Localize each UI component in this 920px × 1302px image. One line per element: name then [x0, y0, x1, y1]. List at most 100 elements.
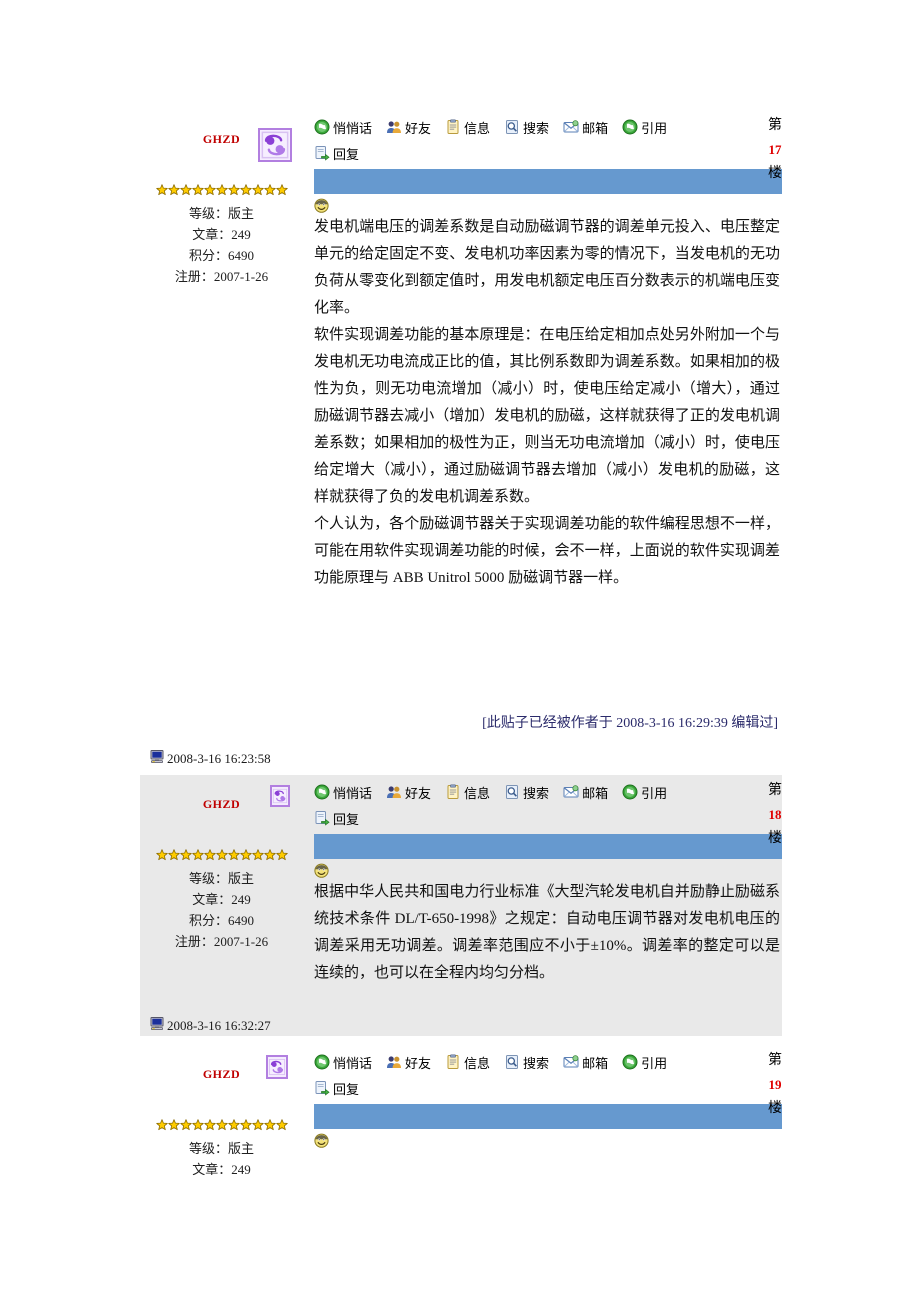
tool-引用[interactable]: 引用 — [622, 1053, 667, 1072]
tool-信息[interactable]: 信息 — [445, 783, 490, 802]
user-stat-value: 249 — [231, 1162, 251, 1177]
star-icon — [227, 181, 240, 198]
tool-label: 回复 — [333, 811, 360, 827]
star-icon — [191, 846, 204, 863]
star-icon — [227, 1116, 240, 1133]
star-icon — [179, 846, 192, 863]
star-icon — [203, 181, 216, 198]
tool-搜索[interactable]: 搜索 — [504, 783, 549, 802]
star-rating — [140, 849, 303, 863]
tool-邮箱[interactable]: 邮箱 — [563, 1053, 608, 1072]
tool-信息[interactable]: 信息 — [445, 1053, 490, 1072]
whisper-icon — [314, 119, 330, 135]
user-stat-label: 注册： — [174, 269, 214, 284]
post-toolbar-row-2: 回复 — [303, 805, 782, 831]
smiley-icon — [314, 1133, 329, 1148]
tool-好友[interactable]: 好友 — [386, 118, 431, 137]
star-icon — [179, 181, 192, 198]
post-content: 悄悄话 好友 信息 搜索 邮箱 引用 回复 根据中华人民共和国电力行业标准《大型汽轮发电机… — [303, 775, 782, 987]
star-icon — [275, 1116, 288, 1133]
star-icon — [215, 846, 228, 863]
star-icon — [239, 181, 252, 198]
zodiac-cancer-avatar[interactable] — [258, 128, 292, 162]
post-content: 悄悄话 好友 信息 搜索 邮箱 引用 回复 第 19 楼 — [303, 1045, 782, 1148]
user-stat-value: 249 — [231, 227, 251, 242]
star-icon — [167, 181, 180, 198]
user-stat-label: 积分： — [188, 248, 228, 263]
post-19: GHZD 等级：版主 文章：249 悄悄话 好友 信息 搜索 邮箱 引用 回复 第 19 … — [140, 1045, 782, 1265]
tool-信息[interactable]: 信息 — [445, 118, 490, 137]
tool-搜索[interactable]: 搜索 — [504, 1053, 549, 1072]
mail-icon — [563, 1054, 579, 1070]
star-icon — [275, 181, 288, 198]
star-icon — [251, 846, 264, 863]
tool-邮箱[interactable]: 邮箱 — [563, 783, 608, 802]
search-icon — [504, 784, 520, 800]
floor-suffix: 楼 — [768, 1101, 782, 1116]
star-icon — [263, 181, 276, 198]
tool-搜索[interactable]: 搜索 — [504, 118, 549, 137]
user-stat-value: 249 — [231, 892, 251, 907]
mail-icon — [563, 119, 579, 135]
tool-好友[interactable]: 好友 — [386, 783, 431, 802]
search-icon — [504, 1054, 520, 1070]
user-stat-label: 文章： — [192, 227, 232, 242]
post-body: 根据中华人民共和国电力行业标准《大型汽轮发电机自并励静止励磁系统技术条件 DL/… — [314, 879, 782, 987]
star-icon — [191, 1116, 204, 1133]
star-icon — [155, 1116, 168, 1133]
tool-引用[interactable]: 引用 — [622, 118, 667, 137]
friends-icon — [386, 784, 402, 800]
tool-悄悄话[interactable]: 悄悄话 — [314, 1053, 372, 1072]
tool-回复[interactable]: 回复 — [314, 809, 359, 828]
star-icon — [263, 846, 276, 863]
user-stat-value: 6490 — [228, 913, 254, 928]
tool-label: 信息 — [464, 785, 491, 801]
floor-prefix: 第 — [768, 783, 782, 798]
whisper-icon — [314, 784, 330, 800]
tool-好友[interactable]: 好友 — [386, 1053, 431, 1072]
tool-label: 悄悄话 — [333, 120, 373, 136]
tool-label: 信息 — [464, 120, 491, 136]
tool-回复[interactable]: 回复 — [314, 1079, 359, 1098]
friends-icon — [386, 119, 402, 135]
tool-悄悄话[interactable]: 悄悄话 — [314, 118, 372, 137]
post-paragraph: 根据中华人民共和国电力行业标准《大型汽轮发电机自并励静止励磁系统技术条件 DL/… — [314, 884, 780, 981]
smiley-icon — [314, 198, 329, 213]
post-toolbar-row-2: 回复 — [303, 1075, 782, 1101]
star-icon — [227, 846, 240, 863]
post-paragraph: 个人认为，各个励磁调节器关于实现调差功能的软件编程思想不一样，可能在用软件实现调… — [314, 516, 780, 586]
reply-icon — [314, 1080, 330, 1096]
tool-悄悄话[interactable]: 悄悄话 — [314, 783, 372, 802]
zodiac-cancer-avatar[interactable] — [270, 785, 290, 807]
user-stat-label: 注册： — [174, 934, 214, 949]
user-stat-value: 6490 — [228, 248, 254, 263]
user-stat-label: 等级： — [188, 206, 228, 221]
post-body: 发电机端电压的调差系数是自动励磁调节器的调差单元投入、电压整定单元的给定固定不变… — [314, 214, 782, 592]
tool-邮箱[interactable]: 邮箱 — [563, 118, 608, 137]
computer-monitor-icon — [150, 1016, 165, 1035]
smiley-icon — [314, 863, 329, 878]
post-paragraph: 软件实现调差功能的基本原理是：在电压给定相加点处另外附加一个与发电机无功电流成正… — [314, 327, 780, 505]
tool-label: 搜索 — [523, 785, 550, 801]
tool-label: 邮箱 — [582, 785, 609, 801]
user-stats: 等级：版主 文章：249 积分：6490 注册：2007-1-26 — [140, 868, 303, 952]
reply-icon — [314, 810, 330, 826]
zodiac-cancer-avatar[interactable] — [266, 1055, 288, 1079]
star-icon — [203, 846, 216, 863]
post-17: GHZD 等级：版主 文章：249 积分：6490 注册：2007-1-26 悄… — [140, 110, 782, 710]
tool-label: 引用 — [641, 785, 668, 801]
post-title-bar — [314, 1104, 782, 1129]
floor-marker: 第 17 楼 — [762, 114, 788, 186]
star-icon — [167, 1116, 180, 1133]
tool-label: 悄悄话 — [333, 785, 373, 801]
tool-回复[interactable]: 回复 — [314, 144, 359, 163]
user-stat-value: 版主 — [228, 1141, 255, 1156]
whisper-icon — [314, 1054, 330, 1070]
star-icon — [167, 846, 180, 863]
user-stat-value: 版主 — [228, 206, 255, 221]
timestamp: 2008-3-16 16:32:27 — [167, 1017, 271, 1033]
floor-number: 17 — [768, 142, 782, 157]
tool-引用[interactable]: 引用 — [622, 783, 667, 802]
floor-number: 19 — [768, 1077, 782, 1092]
tool-label: 好友 — [405, 120, 432, 136]
